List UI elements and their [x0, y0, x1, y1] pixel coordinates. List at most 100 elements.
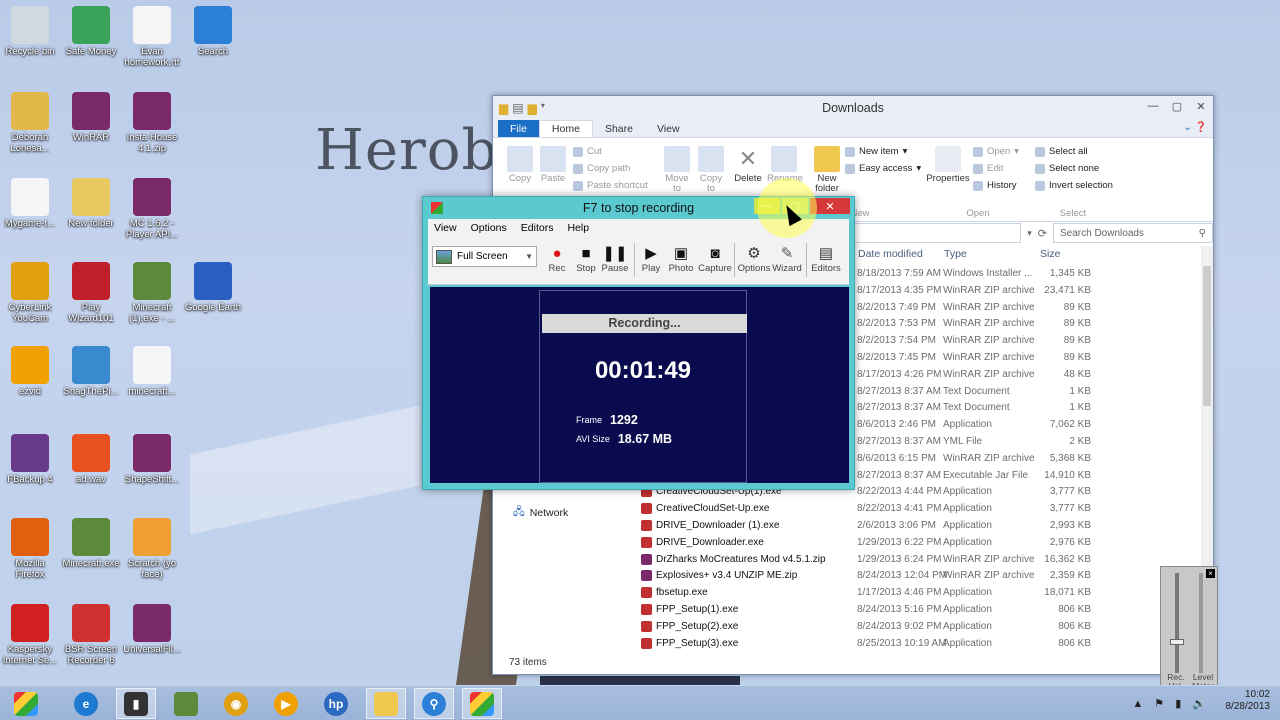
pause-button[interactable]: ❚❚ Pause — [598, 243, 632, 274]
delete-button[interactable]: ✕ Delete — [731, 146, 765, 184]
paste-shortcut-button[interactable]: Paste shortcut — [573, 180, 648, 191]
desktop-icon[interactable]: WinRAR — [61, 92, 121, 143]
rec-volume-slider[interactable] — [1170, 639, 1184, 645]
folder-icon[interactable]: ▆ — [499, 101, 508, 115]
refresh-icon[interactable]: ⟳ — [1038, 227, 1047, 240]
taskbar-search[interactable]: ⚲ — [414, 688, 454, 719]
desktop-icon[interactable]: Search — [183, 6, 243, 57]
search-input[interactable]: Search Downloads ⚲ — [1053, 223, 1213, 243]
taskbar-ezvid[interactable]: ▶ — [266, 688, 306, 719]
new-folder-button[interactable]: New folder — [811, 146, 843, 194]
table-row[interactable]: FPP_Setup(1).exe 8/24/2013 5:16 PM Applica… — [633, 602, 1203, 619]
desktop-icon[interactable]: FBackup 4 — [0, 434, 60, 485]
menu-editors[interactable]: Editors — [521, 222, 554, 234]
desktop-icon[interactable]: Deborah Lonesa... — [0, 92, 60, 154]
capture-mode-select[interactable]: Full Screen ▼ — [432, 246, 537, 267]
taskbar-bsr[interactable] — [462, 688, 502, 719]
taskbar-internet-explorer[interactable]: e — [66, 688, 106, 719]
chevron-down-icon[interactable]: ▾ — [541, 101, 545, 115]
taskbar-windows-explorer[interactable] — [6, 688, 46, 719]
rec-volume-track[interactable] — [1175, 573, 1179, 673]
properties-button[interactable]: Properties — [925, 146, 971, 184]
desktop-icon[interactable]: ad.wav — [61, 434, 121, 485]
desktop-icon[interactable]: CyberLink YouCam — [0, 262, 60, 324]
photo-button[interactable]: ▣ Photo — [664, 243, 698, 274]
cut-button[interactable]: Cut — [573, 146, 602, 157]
new-item-button[interactable]: New item ▾ — [845, 146, 907, 157]
table-row[interactable]: Explosives+ v3.4 UNZIP ME.zip 8/24/2013 1… — [633, 568, 1203, 585]
desktop-icon[interactable]: Mygame-t... — [0, 178, 60, 229]
table-row[interactable]: DRIVE_Downloader (1).exe 2/6/2013 3:06 PM… — [633, 518, 1203, 535]
close-button[interactable]: ✕ — [1189, 96, 1213, 116]
menu-options[interactable]: Options — [471, 222, 507, 234]
desktop-icon[interactable]: Evan homework.rtf — [122, 6, 182, 68]
desktop-icon[interactable]: Safe Money — [61, 6, 121, 57]
desktop-icon[interactable]: UniversalFil... — [122, 604, 182, 655]
column-size[interactable]: Size — [1040, 248, 1060, 260]
table-row[interactable]: DrZharks MoCreatures Mod v4.5.1.zip 1/29/… — [633, 552, 1203, 569]
move-to-button[interactable]: Move to — [661, 146, 693, 194]
table-row[interactable]: FPP_Setup(3).exe 8/25/2013 10:19 AM Applic… — [633, 636, 1203, 653]
system-tray-icons[interactable]: ▲ ⚑ ▮ 🔊 — [1132, 697, 1210, 710]
desktop-icon[interactable]: ShapeShift... — [122, 434, 182, 485]
desktop-icon[interactable]: Minecraft (1).exe - ... — [122, 262, 182, 324]
desktop-icon[interactable]: Minecraft.exe — [61, 518, 121, 569]
nav-item-network[interactable]: 🖧 Network — [513, 504, 568, 522]
play-button[interactable]: ▶ Play — [634, 243, 668, 274]
copy-path-button[interactable]: Copy path — [573, 163, 630, 174]
tab-share[interactable]: Share — [593, 120, 645, 137]
taskbar-file-explorer[interactable] — [366, 688, 406, 719]
desktop-icon[interactable]: Google Earth — [183, 262, 243, 313]
desktop-icon[interactable]: Play Wizard101 — [61, 262, 121, 324]
capture-button[interactable]: ◙ Capture — [698, 243, 732, 275]
desktop-icon[interactable]: Recycle bin — [0, 6, 60, 57]
properties-icon[interactable]: ▤ — [512, 101, 523, 115]
taskbar-minecraft[interactable] — [166, 688, 206, 719]
edit-button[interactable]: Edit — [973, 163, 1003, 174]
desktop-icon[interactable]: SnagThePi... — [61, 346, 121, 397]
column-date-modified[interactable]: Date modified — [858, 248, 923, 260]
paste-button[interactable]: Paste — [538, 146, 568, 184]
close-icon[interactable]: × — [1206, 569, 1215, 578]
copy-button[interactable]: Copy — [505, 146, 535, 184]
clock[interactable]: 10:02 8/28/2013 — [1226, 689, 1271, 713]
desktop-icon[interactable]: Insta House 4.1.zip — [122, 92, 182, 154]
history-button[interactable]: History — [973, 180, 1017, 191]
new-folder-icon[interactable]: ▆ — [528, 101, 537, 115]
tab-home[interactable]: Home — [538, 120, 593, 137]
taskbar-hp[interactable]: hp — [316, 688, 356, 719]
desktop-icon[interactable]: minecraft... — [122, 346, 182, 397]
select-all-button[interactable]: Select all — [1035, 146, 1088, 157]
table-row[interactable]: CreativeCloudSet-Up.exe 8/22/2013 4:41 PM… — [633, 501, 1203, 518]
invert-selection-button[interactable]: Invert selection — [1035, 180, 1113, 191]
open-button[interactable]: Open ▾ — [973, 146, 1019, 157]
wizard-button[interactable]: ✎ Wizard — [770, 243, 804, 274]
desktop-icon[interactable]: MC 1.6.2 - Player API... — [122, 178, 182, 240]
options-button[interactable]: ⚙ Options — [737, 243, 771, 274]
taskbar-cyberlink[interactable]: ◉ — [216, 688, 256, 719]
tab-view[interactable]: View — [645, 120, 692, 137]
menu-view[interactable]: View — [434, 222, 457, 234]
desktop-icon[interactable]: BSR Screen Recorder 6 — [61, 604, 121, 666]
easy-access-button[interactable]: Easy access ▾ — [845, 163, 921, 174]
desktop-icon[interactable]: Scratch (yo face) — [122, 518, 182, 580]
minimize-button[interactable]: — — [1141, 96, 1165, 116]
table-row[interactable]: DRIVE_Downloader.exe 1/29/2013 6:22 PM App… — [633, 535, 1203, 552]
tab-file[interactable]: File — [498, 120, 539, 137]
editors-button[interactable]: ▤ Editors — [809, 243, 843, 274]
dropdown-icon[interactable]: ▾ — [1027, 228, 1032, 239]
table-row[interactable]: FPP_Setup(2).exe 8/24/2013 9:02 PM Applica… — [633, 619, 1203, 636]
desktop-icon[interactable]: Kaspersky Internet Se... — [0, 604, 60, 666]
table-row[interactable]: fbsetup.exe 1/17/2013 4:46 PM Application 1… — [633, 585, 1203, 602]
maximize-button[interactable]: ▢ — [1165, 96, 1189, 116]
desktop-icon[interactable]: Mozilla Firefox — [0, 518, 60, 580]
desktop-icon[interactable]: ezvid — [0, 346, 60, 397]
column-type[interactable]: Type — [944, 248, 967, 260]
taskbar-recorder[interactable]: ▮ — [116, 688, 156, 719]
select-none-button[interactable]: Select none — [1035, 163, 1099, 174]
menu-help[interactable]: Help — [567, 222, 589, 234]
desktop-icon[interactable]: New folder — [61, 178, 121, 229]
copy-to-button[interactable]: Copy to — [695, 146, 727, 194]
scrollbar-thumb[interactable] — [1203, 266, 1211, 406]
address-bar[interactable] — [833, 223, 1022, 243]
